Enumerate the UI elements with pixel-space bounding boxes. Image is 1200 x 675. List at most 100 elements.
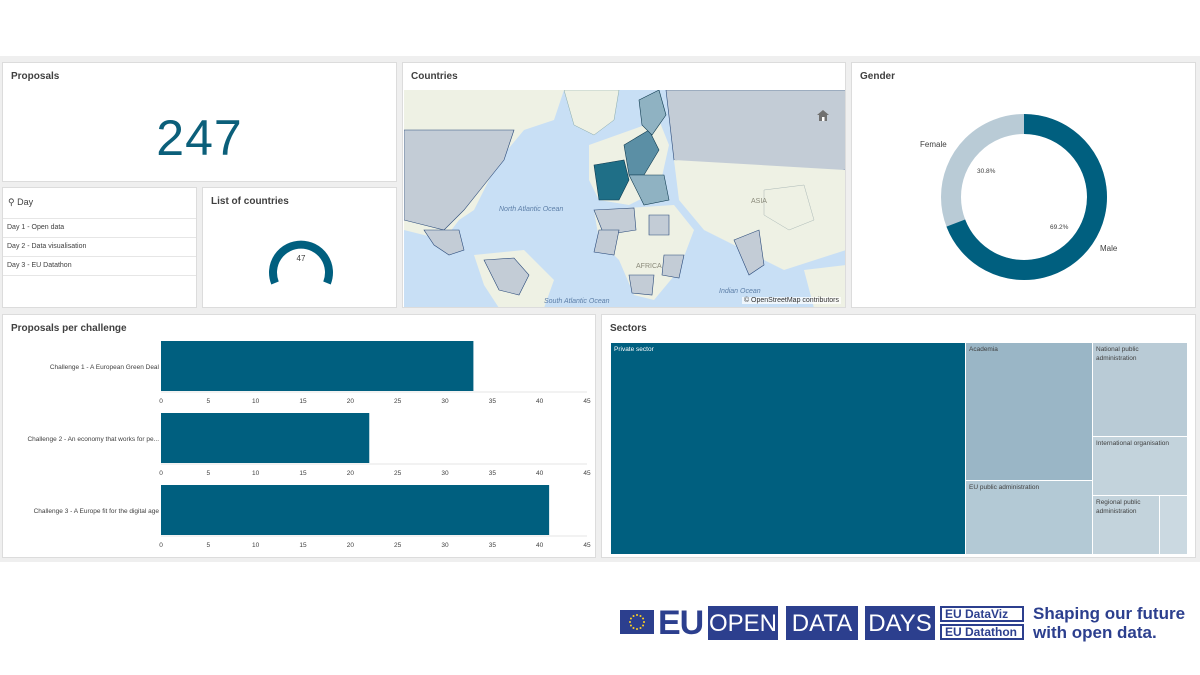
x-tick-label: 10 (252, 470, 260, 477)
countries-panel[interactable]: Countries North Atlantic Ocean South Atl… (402, 62, 846, 308)
male-label: Male (1100, 244, 1118, 253)
sectors-panel[interactable]: Sectors Private sector Academia EU publi… (601, 314, 1196, 558)
challenge-bar[interactable] (161, 413, 370, 463)
x-tick-label: 30 (441, 470, 449, 477)
flag-star (639, 614, 642, 617)
challenge-bar[interactable] (161, 341, 474, 391)
label-indian: Indian Ocean (719, 288, 761, 295)
flag-star (642, 617, 645, 620)
challenge-category-label: Challenge 2 - An economy that works for … (27, 436, 159, 443)
challenge-category-label: Challenge 1 - A European Green Deal (50, 364, 160, 371)
x-tick-label: 15 (299, 470, 307, 477)
flag-star (636, 628, 638, 630)
search-icon: ⚲ (8, 197, 15, 207)
male-pct: 69.2% (1050, 224, 1069, 231)
slogan-line-2: with open data. (1033, 623, 1157, 642)
day-filter-header[interactable]: ⚲ Day (8, 197, 33, 208)
eu-text: EU (658, 604, 704, 642)
proposals-value: 247 (156, 110, 243, 166)
x-tick-label: 20 (347, 470, 355, 477)
x-tick-label: 25 (394, 470, 402, 477)
challenges-bar-chart[interactable]: Challenge 1 - A European Green Deal 0 5 10 1… (3, 315, 596, 558)
day-filter-panel[interactable]: ⚲ Day Day 1 - Open data Day 2 - Data vis… (2, 187, 197, 308)
flag-star (636, 614, 638, 616)
flag-star (629, 624, 632, 627)
x-tick-label: 10 (252, 542, 260, 549)
x-tick-label: 35 (489, 398, 497, 405)
x-tick-label: 40 (536, 470, 544, 477)
eu-open-data-days-logo: EU OPEN DATA DAYS EU DataViz EU Datathon… (620, 604, 1192, 646)
day-item[interactable]: Day 2 - Data visualisation (3, 237, 196, 256)
day-item[interactable]: Day 3 - EU Datathon (3, 256, 196, 276)
data-box: DATA (786, 606, 858, 640)
gender-donut[interactable]: Female Male 30.8% 69.2% (852, 63, 1196, 308)
sector-private[interactable]: Private sector (611, 343, 965, 554)
x-tick-label: 25 (394, 398, 402, 405)
x-tick-label: 0 (159, 398, 163, 405)
x-tick-label: 0 (159, 542, 163, 549)
label-north-atlantic: North Atlantic Ocean (499, 206, 563, 213)
flag-star (629, 617, 632, 620)
challenges-panel[interactable]: Proposals per challenge Challenge 1 - A … (2, 314, 596, 558)
flag-star (632, 614, 635, 617)
female-pct: 30.8% (977, 168, 996, 175)
sector-international[interactable]: International organisation (1093, 437, 1187, 495)
x-tick-label: 25 (394, 542, 402, 549)
days-box: DAYS (865, 606, 935, 640)
x-tick-label: 15 (299, 398, 307, 405)
challenge-bar[interactable] (161, 485, 550, 535)
sector-other[interactable] (1160, 496, 1187, 554)
x-tick-label: 15 (299, 542, 307, 549)
sector-academia[interactable]: Academia (966, 343, 1092, 480)
day-filter-label: Day (17, 197, 34, 207)
x-tick-label: 20 (347, 398, 355, 405)
x-tick-label: 45 (583, 470, 591, 477)
gauge-value: 47 (297, 254, 306, 263)
countries-title: Countries (411, 71, 458, 82)
x-tick-label: 10 (252, 398, 260, 405)
sectors-title: Sectors (610, 323, 647, 334)
countries-gauge[interactable]: 47 (203, 188, 397, 308)
proposals-title: Proposals (11, 71, 60, 82)
sector-eu-public[interactable]: EU public administration (966, 481, 1092, 554)
map-attribution[interactable]: © OpenStreetMap contributors (741, 297, 841, 304)
sector-regional-public[interactable]: Regional public administration (1093, 496, 1159, 554)
label-africa: AFRICA (636, 263, 662, 270)
slogan-line-1: Shaping our future (1033, 604, 1186, 623)
gauge-arc (269, 240, 333, 285)
dataviz-label: EU DataViz (940, 606, 1024, 622)
proposals-panel[interactable]: Proposals 247 (2, 62, 397, 182)
flag-star (639, 627, 642, 630)
x-tick-label: 35 (489, 470, 497, 477)
x-tick-label: 0 (159, 470, 163, 477)
gender-panel[interactable]: Gender Female Male 30.8% 69.2% (851, 62, 1196, 308)
x-tick-label: 5 (207, 470, 211, 477)
label-south-atlantic: South Atlantic Ocean (544, 298, 610, 305)
x-tick-label: 30 (441, 542, 449, 549)
list-of-countries-panel[interactable]: List of countries 47 (202, 187, 397, 308)
countries-map[interactable]: North Atlantic Ocean South Atlantic Ocea… (404, 90, 846, 308)
eu-flag-icon (620, 610, 654, 634)
flag-star (629, 621, 631, 623)
x-tick-label: 45 (583, 542, 591, 549)
x-tick-label: 45 (583, 398, 591, 405)
x-tick-label: 5 (207, 398, 211, 405)
sector-national-public[interactable]: National public administration (1093, 343, 1187, 436)
flag-star (632, 627, 635, 630)
x-tick-label: 35 (489, 542, 497, 549)
open-box: OPEN (708, 606, 778, 640)
x-tick-label: 5 (207, 542, 211, 549)
challenge-category-label: Challenge 3 - A Europe fit for the digit… (34, 508, 160, 515)
flag-star (642, 624, 645, 627)
x-tick-label: 40 (536, 542, 544, 549)
x-tick-label: 30 (441, 398, 449, 405)
flag-star (643, 621, 645, 623)
slogan: Shaping our future with open data. (1033, 604, 1185, 642)
female-label: Female (920, 140, 947, 149)
day-item[interactable]: Day 1 - Open data (3, 218, 196, 237)
x-tick-label: 40 (536, 398, 544, 405)
label-asia: ASIA (751, 198, 767, 205)
x-tick-label: 20 (347, 542, 355, 549)
datathon-label: EU Datathon (940, 624, 1024, 640)
dashboard: Proposals 247 Countries North Atlantic O… (0, 56, 1200, 562)
